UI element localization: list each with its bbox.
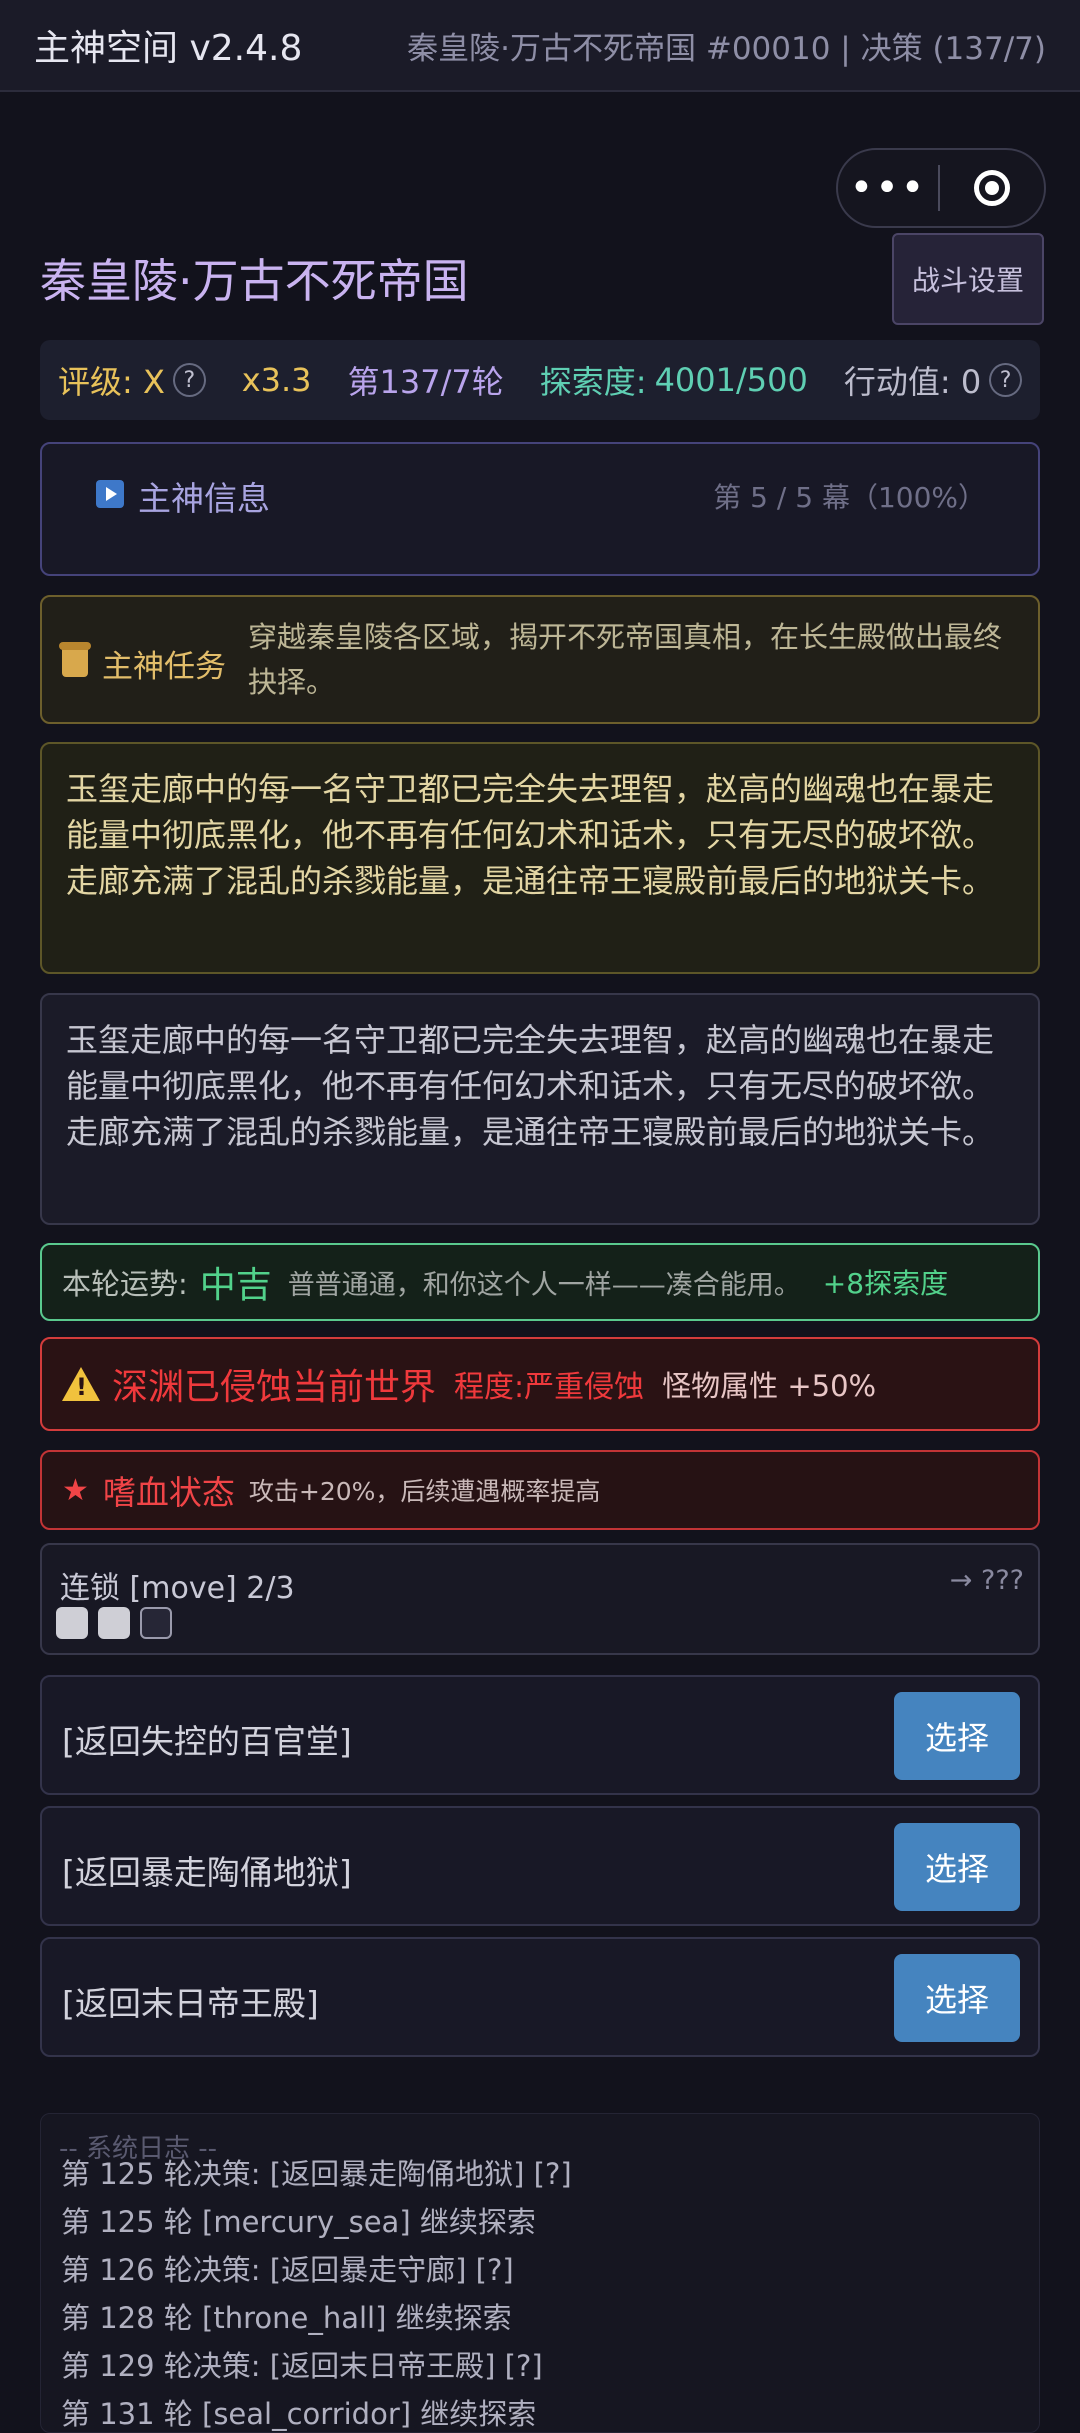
chain-label: 连锁 [move] 2/3: [60, 1571, 295, 1606]
fortune-panel: 本轮运势: 中吉 普普通通，和你这个人一样——凑合能用。 +8探索度: [40, 1243, 1040, 1321]
abyss-degree: 程度:严重侵蚀: [454, 1370, 645, 1405]
log-line: 第 125 轮 [mercury_sea] 继续探索: [61, 2205, 536, 2239]
target-icon[interactable]: [940, 170, 1044, 206]
choice-card: [返回暴走陶俑地狱] 选择: [40, 1806, 1040, 1926]
chain-panel: 连锁 [move] 2/3 → ???: [40, 1543, 1040, 1655]
mini-program-capsule: •••: [836, 148, 1046, 228]
story-highlight-panel: 玉玺走廊中的每一名守卫都已完全失去理智，赵高的幽魂也在暴走能量中彻底黑化，他不再…: [40, 742, 1040, 974]
bloodlust-description: 攻击+20%，后续遭遇概率提高: [248, 1477, 601, 1506]
abyss-title: 深渊已侵蚀当前世界: [112, 1367, 437, 1408]
choice-label: [返回暴走陶俑地狱]: [62, 1853, 352, 1892]
bloodlust-status-panel: ★ 嗜血状态 攻击+20%，后续遭遇概率提高: [40, 1450, 1040, 1530]
app-title: 主神空间 v2.4.8: [34, 28, 303, 69]
story-text: 玉玺走廊中的每一名守卫都已完全失去理智，赵高的幽魂也在暴走能量中彻底黑化，他不再…: [66, 1021, 995, 1151]
more-dots-icon[interactable]: •••: [838, 168, 938, 208]
star-icon: ★: [62, 1472, 89, 1508]
multiplier: x3.3: [241, 361, 312, 399]
log-line: 第 129 轮决策: [返回末日帝王殿] [?]: [61, 2349, 543, 2383]
top-bar: 主神空间 v2.4.8 秦皇陵·万古不死帝国 #00010 | 决策 (137/…: [0, 0, 1080, 92]
info-label: 主神信息: [138, 479, 270, 518]
chain-dot-filled: [98, 1607, 130, 1639]
fortune-description: 普普通通，和你这个人一样——凑合能用。: [287, 1269, 801, 1301]
fortune-label: 本轮运势:: [62, 1267, 188, 1301]
stats-bar: 评级: X ? x3.3 第137/7轮 探索度: 4001/500 行动值: …: [40, 340, 1040, 420]
main-god-info-panel[interactable]: 主神信息 第 5 / 5 幕（100%）: [40, 442, 1040, 576]
chain-dot-empty: [140, 1607, 172, 1639]
fortune-value: 中吉: [199, 1265, 272, 1306]
chain-next: → ???: [949, 1565, 1024, 1596]
bloodlust-title: 嗜血状态: [102, 1473, 235, 1512]
task-description: 穿越秦皇陵各区域，揭开不死帝国真相，在长生殿做出最终抉择。: [248, 620, 1003, 699]
battle-settings-button[interactable]: 战斗设置: [892, 233, 1044, 325]
round-counter: 第137/7轮: [347, 363, 504, 401]
play-icon: [96, 480, 124, 508]
choice-label: [返回末日帝王殿]: [62, 1984, 319, 2023]
choice-select-button[interactable]: 选择: [894, 1954, 1020, 2042]
scroll-icon: [59, 642, 91, 677]
choice-label: [返回失控的百官堂]: [62, 1722, 352, 1761]
chain-progress-dots: [56, 1607, 172, 1639]
main-task-panel: 主神任务 穿越秦皇陵各区域，揭开不死帝国真相，在长生殿做出最终抉择。: [40, 595, 1040, 724]
log-header: -- 系统日志 --: [59, 2134, 218, 2164]
log-lines: 第 125 轮决策: [返回暴走陶俑地狱] [?] 第 125 轮 [mercu…: [61, 2150, 572, 2432]
act-progress: 第 5 / 5 幕（100%）: [713, 481, 986, 514]
story-panel: 玉玺走廊中的每一名守卫都已完全失去理智，赵高的幽魂也在暴走能量中彻底黑化，他不再…: [40, 993, 1040, 1225]
fortune-bonus: +8探索度: [822, 1267, 949, 1300]
world-status: 秦皇陵·万古不死帝国 #00010 | 决策 (137/7): [407, 30, 1046, 67]
exploration-value: 4001/500: [654, 361, 808, 399]
chain-dot-filled: [56, 1607, 88, 1639]
action-points: 行动值: 0: [843, 363, 982, 401]
abyss-effect: 怪物属性 +50%: [662, 1369, 877, 1403]
world-title: 秦皇陵·万古不死帝国: [40, 254, 469, 308]
log-line: 第 128 轮 [throne_hall] 继续探索: [61, 2301, 512, 2335]
task-label: 主神任务: [102, 649, 226, 685]
choice-card: [返回失控的百官堂] 选择: [40, 1675, 1040, 1795]
exploration-label: 探索度:: [539, 363, 647, 401]
log-line: 第 131 轮 [seal_corridor] 继续探索: [61, 2397, 537, 2431]
log-line: 第 126 轮决策: [返回暴走守廊] [?]: [61, 2253, 514, 2287]
system-log-panel[interactable]: 第 125 轮决策: [返回暴走陶俑地狱] [?] 第 125 轮 [mercu…: [40, 2113, 1040, 2433]
story-highlight-text: 玉玺走廊中的每一名守卫都已完全失去理智，赵高的幽魂也在暴走能量中彻底黑化，他不再…: [66, 770, 995, 900]
rating-help-icon[interactable]: ?: [172, 363, 206, 397]
abyss-warning-panel: 深渊已侵蚀当前世界 程度:严重侵蚀 怪物属性 +50%: [40, 1337, 1040, 1431]
choice-select-button[interactable]: 选择: [894, 1692, 1020, 1780]
warning-icon: [62, 1367, 100, 1401]
rating: 评级: X: [58, 363, 165, 401]
choice-card: [返回末日帝王殿] 选择: [40, 1937, 1040, 2057]
choice-select-button[interactable]: 选择: [894, 1823, 1020, 1911]
action-help-icon[interactable]: ?: [989, 363, 1022, 397]
